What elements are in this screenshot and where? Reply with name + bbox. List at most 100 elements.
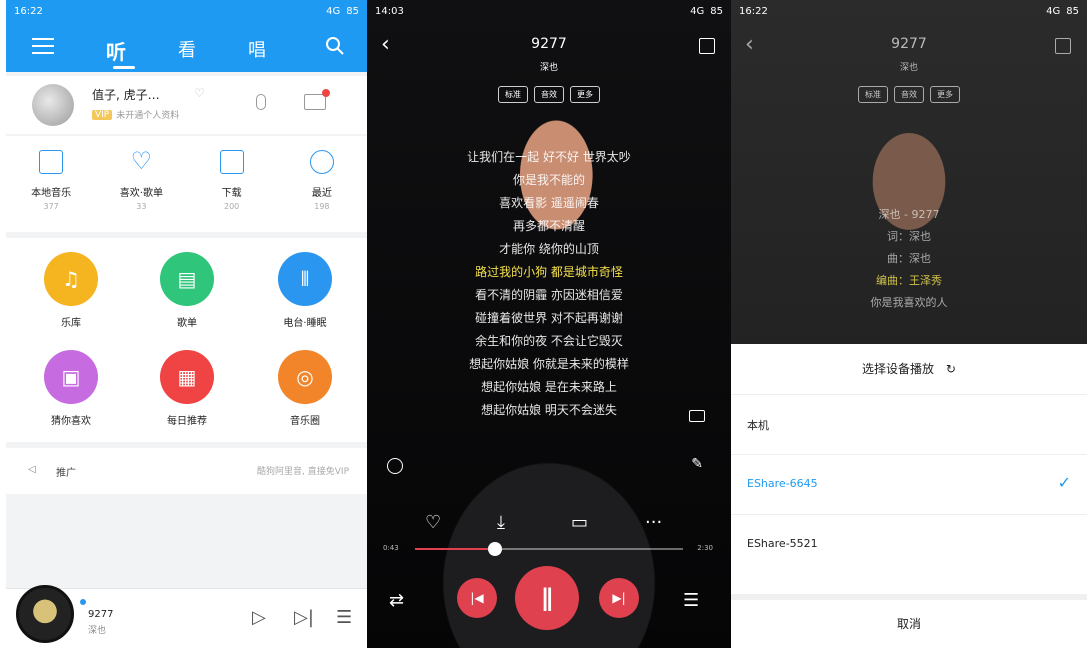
lyric-line: 才能你 绕你的山顶 <box>499 242 599 256</box>
grid-label: 歌单 <box>177 318 197 329</box>
grid-item-guess[interactable]: ▣ 猜你喜欢 <box>16 350 126 427</box>
radio-wave-icon: ⦀ <box>278 252 332 306</box>
battery-label: 85 <box>710 5 723 17</box>
grid-item-radio[interactable]: ⦀ 电台·睡眠 <box>250 252 360 329</box>
song-title: 9277 <box>891 36 927 52</box>
pill-quality[interactable]: 标准 <box>858 86 888 103</box>
tab-sing[interactable]: 唱 <box>248 36 266 65</box>
quick-local-music[interactable]: 本地音乐 377 <box>6 136 96 232</box>
refresh-icon[interactable]: ↻ <box>946 362 956 376</box>
mini-player[interactable]: 9277 深也 ▷ ▷| ☰ <box>6 585 367 648</box>
grid-item-daily[interactable]: ▦ 每日推荐 <box>132 350 242 427</box>
mv-icon[interactable] <box>387 458 403 474</box>
vip-text: 未开通个人资料 <box>116 111 180 121</box>
device-option-selected[interactable]: EShare-6645 ✓ <box>731 454 1087 514</box>
signal-label: 4G <box>326 5 341 17</box>
playlist-icon[interactable]: ☰ <box>683 590 699 611</box>
device-option[interactable]: EShare-5521 <box>731 514 1087 574</box>
tab-listen[interactable]: 听 <box>106 36 126 65</box>
cancel-button[interactable]: 取消 <box>731 594 1087 648</box>
more-icon[interactable]: ··· <box>645 512 662 533</box>
feature-grid: ♫ 乐库 ▤ 歌单 ⦀ 电台·睡眠 ▣ 猜你喜欢 ▦ 每日推荐 ◎ 音乐圈 <box>6 238 367 442</box>
user-name: 值子, 虎子… <box>92 88 160 102</box>
lyric-line: 碰撞着彼世界 对不起再谢谢 <box>475 311 623 325</box>
quick-downloads[interactable]: 下载 200 <box>187 136 277 232</box>
device-name: EShare-5521 <box>747 537 818 550</box>
quick-recent[interactable]: 最近 198 <box>277 136 367 232</box>
device-icon <box>39 150 64 174</box>
song-title: 9277 <box>531 36 567 52</box>
time-total: 2:30 <box>697 544 713 552</box>
comment-icon[interactable]: ▭ <box>571 512 588 533</box>
home-screen: 16:22 4G 85 听 看 唱 值子, 虎子… ♡ VIP 未开通个人资料 … <box>6 0 367 648</box>
search-icon[interactable] <box>325 36 345 56</box>
quick-favorites[interactable]: ♡ 喜欢·歌单 33 <box>96 136 186 232</box>
like-icon[interactable]: ♡ <box>425 512 441 533</box>
grid-item-library[interactable]: ♫ 乐库 <box>16 252 126 329</box>
status-time: 16:22 <box>14 5 43 17</box>
vip-badge: VIP <box>92 109 113 120</box>
promo-text: 酷狗阿里音, 直接免VIP <box>257 467 349 477</box>
grid-item-playlist[interactable]: ▤ 歌单 <box>132 252 242 329</box>
download-icon <box>219 150 244 174</box>
lyric-line: 看不清的阴霾 亦因迷相信爱 <box>475 288 623 302</box>
pill-more[interactable]: 更多 <box>570 86 600 103</box>
promo-row[interactable]: ◁ 推广 酷狗阿里音, 直接免VIP <box>6 448 367 494</box>
quick-label: 喜欢·歌单 <box>119 188 163 199</box>
seek-bar[interactable] <box>415 542 683 556</box>
pill-effect[interactable]: 音效 <box>534 86 564 103</box>
quick-count: 377 <box>43 202 59 211</box>
grid-label: 每日推荐 <box>167 416 207 427</box>
download-icon[interactable]: ⤓ <box>497 512 505 533</box>
status-time: 14:03 <box>375 5 404 17</box>
pill-more[interactable]: 更多 <box>930 86 960 103</box>
tab-watch[interactable]: 看 <box>178 36 196 65</box>
heart-outline-icon: ♡ <box>194 86 205 100</box>
pause-button[interactable]: ∥ <box>515 566 579 630</box>
grid-label: 音乐圈 <box>290 416 320 427</box>
quick-label: 本地音乐 <box>31 188 72 199</box>
music-circle-icon: ◎ <box>278 350 332 404</box>
device-sheet: 选择设备播放 ↻ 本机 EShare-6645 ✓ EShare-5521 取消 <box>731 344 1087 648</box>
song-artist[interactable]: 深也 <box>367 60 731 73</box>
sheet-title-text: 选择设备播放 <box>862 362 935 376</box>
signal-label: 4G <box>690 5 705 17</box>
play-icon[interactable]: ▷ <box>252 607 266 628</box>
vip-row: VIP 未开通个人资料 <box>92 108 179 121</box>
album-cover[interactable] <box>16 585 74 643</box>
lyric-line: 想起你姑娘 是在未来路上 <box>481 380 617 394</box>
progress-dot <box>80 599 86 605</box>
status-bar: 16:22 4G 85 <box>6 0 367 22</box>
heart-icon: ♡ <box>130 147 153 175</box>
shuffle-icon[interactable]: ⇄ <box>389 590 404 611</box>
playlist-icon: ▤ <box>160 252 214 306</box>
status-bar: 14:03 4G 85 <box>367 0 731 22</box>
mail-icon[interactable] <box>304 89 330 110</box>
next-icon[interactable]: ▷| <box>294 607 314 628</box>
checkmark-icon: ✓ <box>1057 473 1071 492</box>
pill-quality[interactable]: 标准 <box>498 86 528 103</box>
grid-item-music-circle[interactable]: ◎ 音乐圈 <box>250 350 360 427</box>
lyrics[interactable]: 让我们在一起 好不好 世界太吵 你是我不能的 喜欢看影 遥遥闹春 再多都不清醒 … <box>367 146 731 422</box>
device-option[interactable]: 本机 <box>731 394 1087 454</box>
sheet-title: 选择设备播放 ↻ <box>731 360 1087 377</box>
quick-label: 下载 <box>221 188 242 199</box>
lyric-line: 你是我喜欢的人 <box>870 296 948 309</box>
cast-icon[interactable] <box>689 410 705 422</box>
queue-icon[interactable]: ☰ <box>336 607 352 628</box>
microphone-icon[interactable] <box>256 94 266 110</box>
megaphone-icon: ◁ <box>28 464 36 475</box>
pill-effect[interactable]: 音效 <box>894 86 924 103</box>
avatar[interactable] <box>32 84 74 126</box>
previous-button[interactable]: |◀ <box>457 578 497 618</box>
menu-icon[interactable] <box>32 38 54 56</box>
next-button[interactable]: ▶| <box>599 578 639 618</box>
quality-pills: 标准 音效 更多 <box>731 86 1087 103</box>
grid-label: 电台·睡眠 <box>283 318 327 329</box>
grid-label: 猜你喜欢 <box>51 416 91 427</box>
lyric-line: 深也 - 9277 <box>878 208 940 221</box>
status-time: 16:22 <box>739 5 768 17</box>
promo-label: 推广 <box>56 468 76 479</box>
mic-sing-icon[interactable]: ✎ <box>691 456 703 472</box>
profile-card[interactable]: 值子, 虎子… ♡ VIP 未开通个人资料 <box>6 76 367 134</box>
